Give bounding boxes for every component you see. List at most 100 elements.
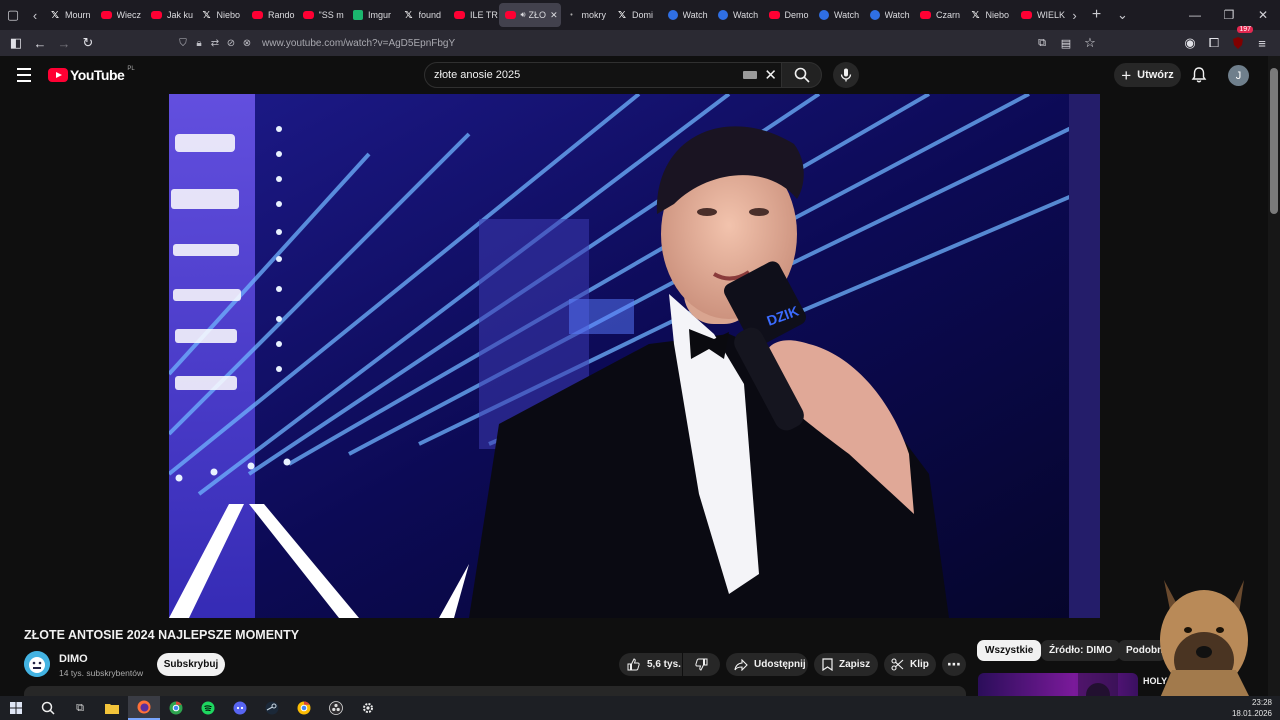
system-clock[interactable]: 23:28 18.01.2026 bbox=[1232, 697, 1272, 719]
x-icon: 𝕏 bbox=[617, 9, 627, 21]
recommended-thumbnail[interactable] bbox=[978, 673, 1138, 697]
reader-view-icon[interactable]: ▤ bbox=[1054, 30, 1078, 56]
tab[interactable]: ILE TR bbox=[448, 3, 499, 27]
permissions-icon[interactable]: ⇄ bbox=[208, 33, 222, 53]
voice-search-button[interactable] bbox=[833, 62, 859, 88]
channel-avatar[interactable] bbox=[24, 651, 50, 677]
task-view-icon[interactable]: ⧉ bbox=[64, 696, 96, 720]
search-query-text[interactable]: złote anosie 2025 bbox=[434, 69, 520, 81]
steam-taskbar-icon[interactable] bbox=[256, 696, 288, 720]
tracking-protection-icon[interactable]: ⛉ bbox=[176, 33, 190, 53]
start-icon[interactable] bbox=[0, 696, 32, 720]
forward-icon[interactable]: → bbox=[52, 30, 76, 56]
url-text[interactable]: www.youtube.com/watch?v=AgD5EpnFbgY bbox=[262, 38, 455, 49]
scrollbar-thumb[interactable] bbox=[1270, 68, 1278, 214]
sidebar-toggle-icon[interactable]: ◧ bbox=[4, 30, 28, 56]
tab[interactable]: 𝕏 Niebo bbox=[196, 3, 247, 27]
tab[interactable]: Rando bbox=[246, 3, 297, 27]
youtube-logo[interactable]: YouTube PL bbox=[48, 66, 135, 83]
imgur-icon bbox=[353, 10, 363, 20]
youtube-icon bbox=[1021, 11, 1032, 19]
tab[interactable]: Demo bbox=[763, 3, 814, 27]
tab-active[interactable]: 🔊︎ ZŁO ✕ bbox=[498, 3, 561, 27]
youtube-icon bbox=[920, 11, 931, 19]
tab-label: found bbox=[418, 10, 442, 20]
speaker-icon[interactable]: 🔊︎ bbox=[521, 10, 526, 20]
tab-label: Domi bbox=[632, 10, 654, 20]
notifications-bell-icon[interactable] bbox=[1190, 66, 1208, 84]
list-tabs-icon[interactable]: ⌄ bbox=[1110, 0, 1136, 30]
chrome-taskbar-icon[interactable] bbox=[160, 696, 192, 720]
firefox-taskbar-icon[interactable] bbox=[128, 696, 160, 720]
file-explorer-icon[interactable] bbox=[96, 696, 128, 720]
tab-label: Imgur bbox=[368, 10, 392, 20]
more-actions-icon[interactable]: ⋯ bbox=[942, 653, 966, 676]
watch-icon bbox=[819, 10, 829, 20]
like-button[interactable]: 5,6 tys. bbox=[619, 653, 682, 676]
clear-search-icon[interactable]: ✕ bbox=[764, 66, 777, 84]
tab[interactable]: Czarn bbox=[914, 3, 965, 27]
video-player[interactable]: DZIK bbox=[169, 94, 1100, 618]
dot-icon: • bbox=[570, 11, 573, 19]
clock-time: 23:28 bbox=[1251, 698, 1272, 707]
page-scrollbar[interactable] bbox=[1268, 56, 1280, 696]
ublock-extension-icon[interactable]: 197 bbox=[1226, 26, 1253, 56]
tab[interactable]: • mokry bbox=[561, 3, 612, 27]
save-label: Zapisz bbox=[839, 659, 871, 670]
bookmark-star-icon[interactable]: ☆ bbox=[1078, 30, 1102, 56]
dislike-button[interactable] bbox=[683, 653, 720, 676]
new-tab-icon[interactable]: + bbox=[1084, 0, 1110, 30]
tab-label: WIELK bbox=[1037, 10, 1066, 20]
tab[interactable]: Watch bbox=[662, 3, 713, 27]
tab[interactable]: 𝕏 Niebo bbox=[965, 3, 1016, 27]
settings-taskbar-icon[interactable] bbox=[352, 696, 384, 720]
clip-button[interactable]: Klip bbox=[884, 653, 936, 676]
keyboard-icon[interactable] bbox=[743, 71, 757, 79]
obs-taskbar-icon[interactable] bbox=[320, 696, 352, 720]
back-icon[interactable]: ← bbox=[28, 30, 52, 56]
channel-name[interactable]: DIMO bbox=[59, 653, 88, 665]
guide-menu-icon[interactable] bbox=[14, 65, 36, 85]
tab-label: Watch bbox=[884, 10, 910, 20]
extensions-icon[interactable]: ⧠ bbox=[1202, 30, 1226, 56]
save-button[interactable]: Zapisz bbox=[814, 653, 878, 676]
x-icon: 𝕏 bbox=[202, 9, 211, 21]
search-button[interactable] bbox=[781, 62, 822, 88]
lock-icon[interactable]: 🔒︎ bbox=[192, 33, 206, 53]
description-box[interactable] bbox=[24, 686, 966, 696]
taskbar-search-icon[interactable] bbox=[32, 696, 64, 720]
picture-in-picture-icon[interactable]: ⧉ bbox=[1030, 30, 1054, 56]
search-input[interactable]: złote anosie 2025 ✕ bbox=[424, 62, 786, 88]
account-icon[interactable]: ◉ bbox=[1178, 30, 1202, 56]
tab[interactable]: Watch bbox=[712, 3, 763, 27]
discord-taskbar-icon[interactable] bbox=[224, 696, 256, 720]
tab[interactable]: WIELK bbox=[1015, 3, 1066, 27]
chip-source[interactable]: Źródło: DIMO bbox=[1041, 640, 1121, 661]
tab-overview-icon[interactable]: ▢ bbox=[0, 0, 26, 30]
tab[interactable]: 𝕏 Domi bbox=[611, 3, 662, 27]
tab[interactable]: 𝕏 Mourn bbox=[44, 3, 95, 27]
address-bar[interactable]: ⛉ 🔒︎ ⇄ ⊘ ⊗ www.youtube.com/watch?v=AgD5E… bbox=[176, 33, 1100, 53]
tab[interactable]: Watch bbox=[864, 3, 915, 27]
share-button[interactable]: Udostępnij bbox=[726, 653, 808, 676]
minimize-icon[interactable]: — bbox=[1178, 0, 1212, 30]
spotify-taskbar-icon[interactable] bbox=[192, 696, 224, 720]
autoplay-blocked-icon[interactable]: ⊘ bbox=[224, 33, 238, 53]
user-avatar[interactable]: J bbox=[1228, 65, 1249, 86]
tab[interactable]: Imgur bbox=[347, 3, 398, 27]
scroll-tabs-left-icon[interactable]: ‹ bbox=[26, 0, 44, 30]
tab[interactable]: Watch bbox=[813, 3, 864, 27]
create-button[interactable]: + Utwórz bbox=[1114, 63, 1181, 87]
reload-icon[interactable]: ↻ bbox=[76, 30, 100, 56]
tab[interactable]: Jak ku bbox=[145, 3, 196, 27]
scroll-tabs-right-icon[interactable]: › bbox=[1066, 0, 1084, 30]
tab[interactable]: 𝕏found bbox=[398, 3, 449, 27]
chip-all[interactable]: Wszystkie bbox=[977, 640, 1042, 661]
tab[interactable]: "SS m bbox=[297, 3, 348, 27]
subscribe-button[interactable]: Subskrybuj bbox=[157, 653, 225, 676]
close-tab-icon[interactable]: ✕ bbox=[550, 10, 558, 21]
mute-icon[interactable]: ⊗ bbox=[240, 33, 254, 53]
tab[interactable]: Wiecz bbox=[95, 3, 146, 27]
chrome-alt-taskbar-icon[interactable] bbox=[288, 696, 320, 720]
app-menu-icon[interactable]: ≡ bbox=[1250, 30, 1274, 56]
